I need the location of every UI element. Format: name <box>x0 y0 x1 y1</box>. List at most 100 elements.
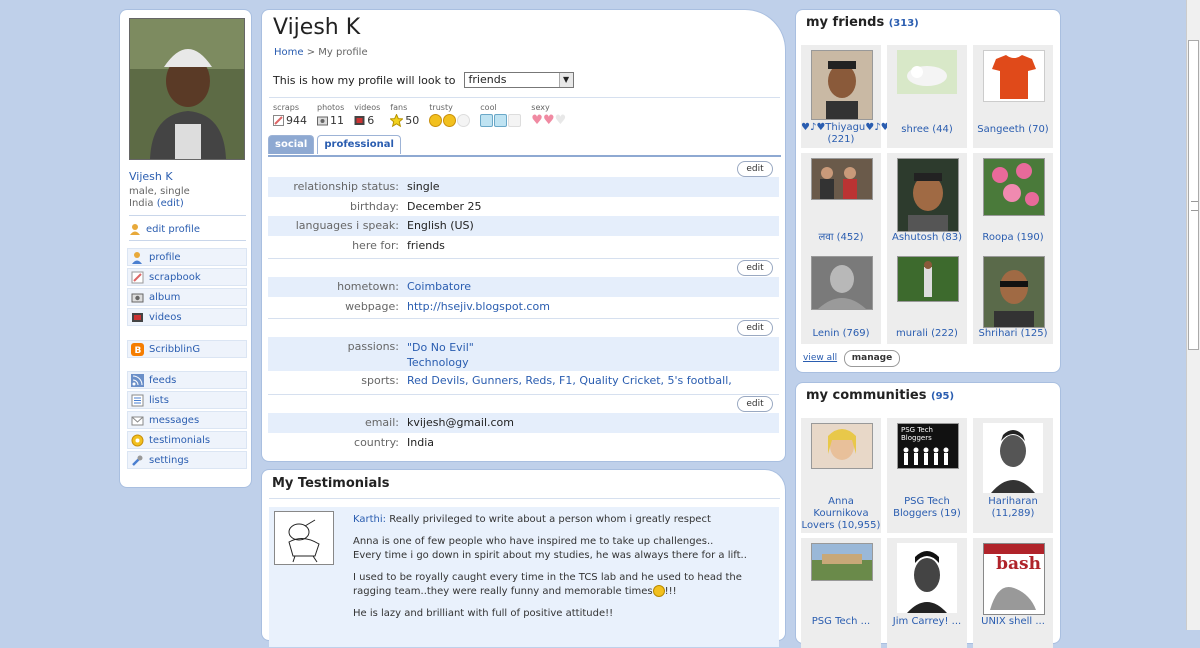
ice-cube-icon <box>494 113 508 127</box>
friend-card[interactable]: Roopa (190) <box>973 153 1053 256</box>
community-card[interactable]: Jim Carrey! ... <box>887 538 967 648</box>
community-name[interactable]: PSG Tech Bloggers (19) <box>887 496 967 520</box>
community-name[interactable]: Jim Carrey! ... <box>887 616 967 628</box>
community-name[interactable]: Hariharan (11,289) <box>973 496 1053 520</box>
friend-card[interactable]: shree (44) <box>887 45 967 148</box>
nav-item-testimonials[interactable]: testimonials <box>127 431 247 449</box>
nav-item-feeds[interactable]: feeds <box>127 371 247 389</box>
row-value-link[interactable]: http://hsejiv.blogspot.com <box>407 300 550 313</box>
testimonial-author-avatar[interactable] <box>274 511 334 565</box>
row-value-link[interactable]: "Do No Evil" Technology <box>407 340 474 370</box>
row-value-link[interactable]: Coimbatore <box>407 280 471 293</box>
nav-item-profile[interactable]: profile <box>127 248 247 266</box>
friend-card[interactable]: ♥♪♥Thiyagu♥♪♥ (221) <box>801 45 890 148</box>
friend-name[interactable]: Roopa (190) <box>973 232 1053 244</box>
heart-icon: ♥ <box>531 112 543 128</box>
friend-name[interactable]: shree (44) <box>887 124 967 136</box>
scrollbar-thumb[interactable] <box>1188 40 1199 350</box>
nav-item-scribbling[interactable]: B ScribblinG <box>127 340 247 358</box>
communities-count[interactable]: (95) <box>931 391 954 402</box>
friend-name[interactable]: ♥♪♥Thiyagu♥♪♥ (221) <box>801 122 890 146</box>
friend-photo[interactable] <box>983 50 1045 102</box>
friend-name[interactable]: Lenin (769) <box>801 328 881 340</box>
profile-photo-image <box>130 19 244 159</box>
communities-panel: my communities (95) Anna Kournikova Love… <box>796 383 1060 648</box>
nav-item-settings[interactable]: settings <box>127 451 247 469</box>
community-card[interactable]: Hariharan (11,289) <box>973 418 1053 533</box>
edit-button[interactable]: edit <box>737 396 773 412</box>
user-name[interactable]: Vijesh K <box>129 170 173 183</box>
friend-photo[interactable] <box>983 256 1045 328</box>
friend-photo[interactable] <box>811 256 873 310</box>
profile-photo[interactable] <box>129 18 245 160</box>
nav-item-album[interactable]: album <box>127 288 247 306</box>
friend-name[interactable]: Shrihari (125) <box>973 328 1053 340</box>
stat-fans[interactable]: fans 50 <box>389 103 420 127</box>
community-image[interactable]: PSG Tech Bloggers <box>897 423 959 469</box>
community-card[interactable]: PSG Tech Bloggers PSG Tech Bloggers (19) <box>887 418 967 533</box>
view-all-friends-link[interactable]: view all <box>803 353 837 363</box>
community-image[interactable] <box>983 423 1043 493</box>
community-card[interactable]: PSG Tech ... <box>801 538 881 648</box>
friend-card[interactable]: Shrihari (125) <box>973 251 1053 344</box>
friend-name[interactable]: Sangeeth (70) <box>973 124 1053 136</box>
friend-card[interactable]: murali (222) <box>887 251 967 344</box>
friend-card[interactable]: Ashutosh (83) <box>887 153 967 256</box>
passion-item[interactable]: "Do No Evil" <box>407 341 474 354</box>
testimonial-author[interactable]: Karthi: <box>353 514 386 525</box>
tab-social[interactable]: social <box>268 135 315 154</box>
edit-button[interactable]: edit <box>737 161 773 177</box>
friend-photo[interactable] <box>897 158 959 232</box>
country-edit-link[interactable]: (edit) <box>157 198 184 209</box>
user-country: India <box>129 198 154 209</box>
manage-friends-button[interactable]: manage <box>844 350 900 367</box>
community-name[interactable]: UNIX shell ... <box>973 616 1053 628</box>
passion-item[interactable]: Technology <box>407 356 469 369</box>
community-card[interactable]: bash UNIX shell ... <box>973 538 1053 648</box>
stat-value: 11 <box>330 113 344 127</box>
edit-button[interactable]: edit <box>737 320 773 336</box>
community-image[interactable]: bash <box>983 543 1045 615</box>
friend-name[interactable]: murali (222) <box>887 328 967 340</box>
nav-group-apps: B ScribblinG <box>127 340 247 360</box>
community-name[interactable]: Anna Kournikova Lovers (10,955) <box>801 496 881 532</box>
friend-card[interactable]: Lenin (769) <box>801 251 881 344</box>
friend-name[interactable]: लवा (452) <box>801 232 881 244</box>
view-as-select[interactable]: friends ▼ <box>463 72 574 88</box>
friend-photo[interactable] <box>897 256 959 302</box>
nav-item-scrapbook[interactable]: scrapbook <box>127 268 247 286</box>
edit-profile-link[interactable]: edit profile <box>129 223 200 235</box>
stat-value: 50 <box>405 113 420 127</box>
stat-scraps[interactable]: scraps 944 <box>273 103 307 127</box>
nav-item-messages[interactable]: messages <box>127 411 247 429</box>
rating-label: trusty <box>429 103 453 112</box>
scrollbar-grip-icon <box>1191 201 1198 211</box>
rating-trusty-icons <box>429 113 471 127</box>
community-image[interactable] <box>897 543 957 613</box>
breadcrumb-current: My profile <box>318 47 368 58</box>
breadcrumb-home[interactable]: Home <box>274 47 304 58</box>
community-image[interactable] <box>811 543 873 581</box>
rating-cool: cool <box>480 103 522 127</box>
friend-name[interactable]: Ashutosh (83) <box>887 232 967 244</box>
row-value-link[interactable]: Red Devils, Gunners, Reds, F1, Quality C… <box>407 374 732 387</box>
friend-photo[interactable] <box>811 50 873 120</box>
friend-card[interactable]: Sangeeth (70) <box>973 45 1053 148</box>
community-image[interactable] <box>811 423 873 469</box>
community-card[interactable]: Anna Kournikova Lovers (10,955) <box>801 418 881 533</box>
row-key: sports: <box>361 374 399 388</box>
friend-photo[interactable] <box>897 50 957 94</box>
edit-button[interactable]: edit <box>737 260 773 276</box>
nav-item-videos[interactable]: videos <box>127 308 247 326</box>
ice-cube-icon <box>508 113 522 127</box>
friends-count[interactable]: (313) <box>889 18 919 29</box>
nav-item-lists[interactable]: lists <box>127 391 247 409</box>
friend-photo[interactable] <box>811 158 873 200</box>
stat-videos[interactable]: videos 6 <box>354 103 380 127</box>
friend-photo[interactable] <box>983 158 1045 216</box>
page-scrollbar[interactable] <box>1186 0 1200 630</box>
stat-photos[interactable]: photos 11 <box>317 103 344 127</box>
community-name[interactable]: PSG Tech ... <box>801 616 881 628</box>
tab-professional[interactable]: professional <box>317 135 401 154</box>
friend-card[interactable]: लवा (452) <box>801 153 881 256</box>
